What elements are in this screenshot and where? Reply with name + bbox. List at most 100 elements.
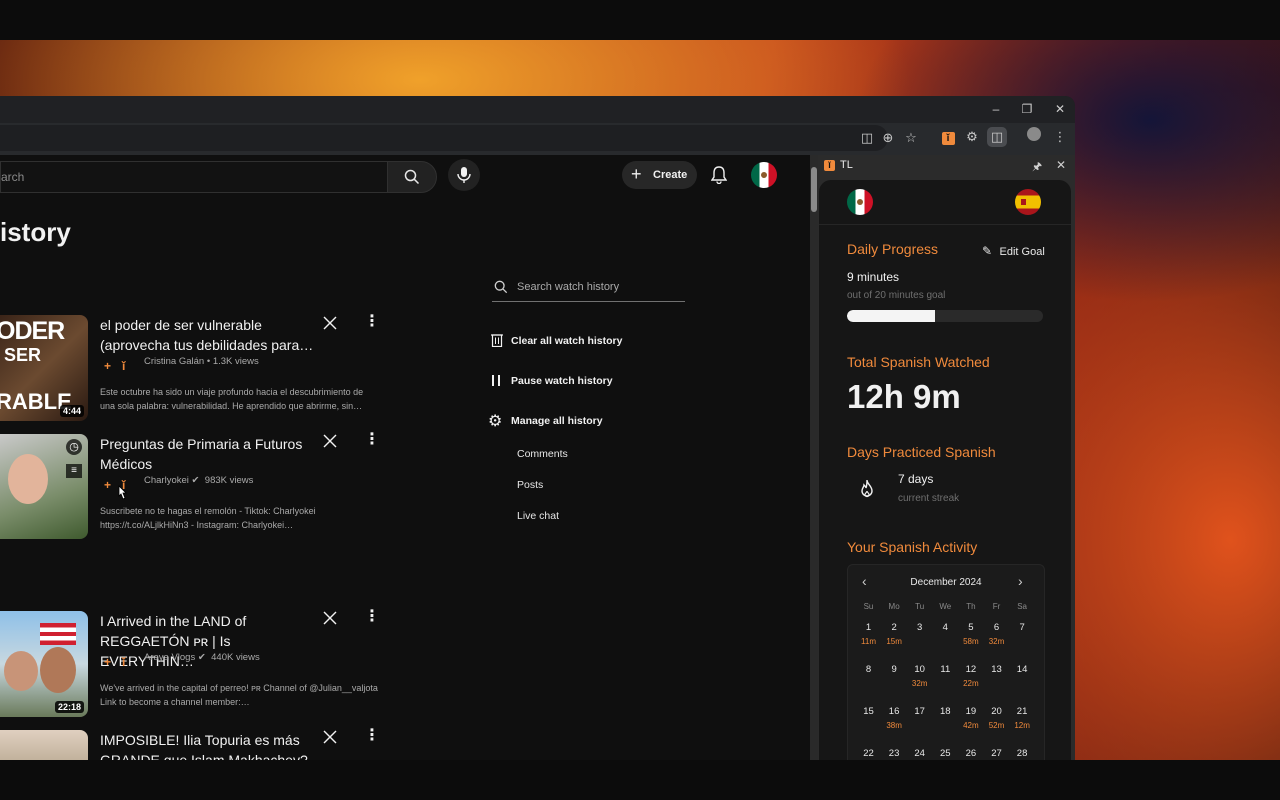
pause-history-label[interactable]: Pause watch history	[511, 375, 613, 387]
calendar-day[interactable]: 26	[958, 748, 983, 759]
zoom-icon[interactable]: ⊕	[878, 128, 898, 148]
calendar-day[interactable]: 4	[933, 622, 958, 633]
clear-history-label[interactable]: Clear all watch history	[511, 335, 622, 347]
calendar-day[interactable]: 27	[984, 748, 1009, 759]
calendar-day-minutes: 12m	[1014, 721, 1030, 730]
calendar-day[interactable]: 21	[1010, 706, 1035, 717]
calendar-day[interactable]: 18	[933, 706, 958, 717]
mouse-cursor-icon	[118, 485, 127, 500]
weekday-label: Su	[863, 602, 874, 611]
video-title[interactable]: IMPOSIBLE! Ilia Topuria es más GRANDE que…	[100, 730, 315, 760]
more-options-icon[interactable]: ⋮	[364, 609, 380, 625]
remove-video-icon[interactable]	[322, 729, 338, 745]
live-chat-link[interactable]: Live chat	[517, 510, 559, 522]
voice-search-button[interactable]	[448, 159, 480, 191]
calendar-day[interactable]: 12	[958, 664, 983, 675]
add-to-tl-plus-icon[interactable]: +	[104, 359, 111, 373]
pin-icon[interactable]: 🖈	[1032, 158, 1042, 177]
remove-video-icon[interactable]	[322, 433, 338, 449]
calendar-day[interactable]: 23	[882, 748, 907, 759]
remove-video-icon[interactable]	[322, 315, 338, 331]
calendar-day[interactable]: 24	[907, 748, 932, 759]
calendar-day[interactable]: 11	[933, 664, 958, 675]
verified-icon: ✔	[197, 652, 206, 663]
video-thumbnail[interactable]: 22:18	[0, 611, 88, 717]
remove-video-icon[interactable]	[322, 610, 338, 626]
target-language-flag-spain[interactable]	[1015, 189, 1041, 215]
pause-icon[interactable]	[492, 375, 502, 387]
minimize-icon[interactable]: –	[986, 101, 1006, 117]
install-app-icon[interactable]: ◫	[857, 128, 877, 148]
more-options-icon[interactable]: ⋮	[364, 314, 380, 330]
edit-goal-button[interactable]: ✎ Edit Goal	[982, 242, 1045, 260]
close-window-icon[interactable]: ✕	[1050, 101, 1070, 117]
calendar-day[interactable]: 5	[958, 622, 983, 633]
tl-logo-icon[interactable]: ĭ	[122, 359, 125, 373]
more-options-icon[interactable]: ⋮	[364, 432, 380, 448]
comments-link[interactable]: Comments	[517, 448, 568, 460]
watch-later-icon[interactable]: ◷	[66, 439, 82, 455]
search-icon	[494, 280, 508, 294]
video-title[interactable]: Preguntas de Primaria a Futuros Médicos	[100, 434, 315, 474]
calendar-day[interactable]: 7	[1010, 622, 1035, 633]
calendar-day[interactable]: 2	[882, 622, 907, 633]
yt-search-button[interactable]	[387, 161, 437, 193]
tl-logo-icon[interactable]: ĭ	[122, 655, 125, 669]
gear-icon[interactable]: ⚙	[488, 411, 502, 431]
tl-panel: Daily Progress ✎ Edit Goal 9 minutes out…	[819, 180, 1071, 760]
streak-label: current streak	[898, 493, 960, 504]
video-description: Suscribete no te hagas el remolón - Tikt…	[100, 506, 316, 530]
video-thumbnail[interactable]	[0, 730, 88, 760]
address-bar[interactable]: ◫ ⊕ ☆	[0, 125, 917, 151]
profile-avatar[interactable]	[1024, 127, 1044, 147]
side-panel-icon[interactable]: ◫	[987, 127, 1007, 147]
calendar-day[interactable]: 10	[907, 664, 932, 675]
calendar-day[interactable]: 8	[856, 664, 881, 675]
weekday-label: Fr	[992, 602, 1001, 611]
history-search-input[interactable]: Search watch history	[492, 275, 685, 302]
calendar-month: December 2024	[910, 577, 982, 588]
browser-window: – ❐ ✕ ◫ ⊕ ☆ ĭ ⚙ ◫ ⋮ arch + Create istory…	[0, 96, 1075, 760]
calendar-day[interactable]: 9	[882, 664, 907, 675]
calendar-day[interactable]: 1	[856, 622, 881, 633]
notifications-bell-icon[interactable]	[711, 166, 727, 184]
calendar-day[interactable]: 6	[984, 622, 1009, 633]
scrollbar-thumb[interactable]	[811, 167, 817, 212]
daily-progress-bar	[847, 310, 1043, 322]
native-language-flag-mexico[interactable]	[847, 189, 873, 215]
top-letterbox	[0, 0, 1280, 40]
page-scrollbar[interactable]	[810, 155, 818, 760]
manage-history-label[interactable]: Manage all history	[511, 415, 603, 427]
account-avatar-mexico-flag[interactable]	[751, 162, 777, 188]
calendar-day-minutes: 52m	[988, 721, 1005, 730]
create-button[interactable]: + Create	[622, 161, 697, 189]
calendar-day[interactable]: 25	[933, 748, 958, 759]
add-to-tl-plus-icon[interactable]: +	[104, 655, 111, 669]
calendar-day[interactable]: 13	[984, 664, 1009, 675]
video-thumbnail[interactable]: ◷ ≡	[0, 434, 88, 539]
browser-menu-icon[interactable]: ⋮	[1050, 127, 1070, 147]
calendar-day[interactable]: 19	[958, 706, 983, 717]
calendar-day[interactable]: 22	[856, 748, 881, 759]
extensions-puzzle-icon[interactable]: ⚙	[962, 127, 982, 147]
add-to-tl-plus-icon[interactable]: +	[104, 478, 111, 492]
video-thumbnail[interactable]: ODER SER RABLE 4:44	[0, 315, 88, 421]
calendar-day[interactable]: 28	[1010, 748, 1035, 759]
calendar-day[interactable]: 3	[907, 622, 932, 633]
calendar-day[interactable]: 14	[1010, 664, 1035, 675]
close-panel-icon[interactable]: ✕	[1056, 158, 1066, 172]
daily-minutes: 9 minutes	[847, 270, 900, 284]
chevron-right-icon[interactable]: ›	[1018, 573, 1023, 589]
calendar-day[interactable]: 17	[907, 706, 932, 717]
yt-search-input[interactable]: arch	[0, 161, 387, 193]
add-to-queue-icon[interactable]: ≡	[66, 464, 82, 478]
calendar-day[interactable]: 16	[882, 706, 907, 717]
restore-icon[interactable]: ❐	[1017, 101, 1037, 117]
more-options-icon[interactable]: ⋮	[364, 728, 380, 744]
tl-extension-icon[interactable]: ĭ	[938, 127, 958, 147]
calendar-day[interactable]: 15	[856, 706, 881, 717]
video-title[interactable]: el poder de ser vulnerable (aprovecha tus…	[100, 315, 315, 355]
posts-link[interactable]: Posts	[517, 479, 543, 491]
bookmark-star-icon[interactable]: ☆	[901, 128, 921, 148]
calendar-day[interactable]: 20	[984, 706, 1009, 717]
